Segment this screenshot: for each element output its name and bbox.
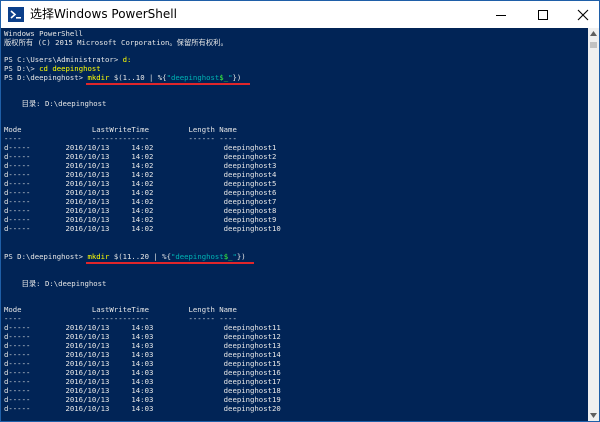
copyright-line: 版权所有 (C) 2015 Microsoft Corporation。保留所有… [4,38,228,47]
directory-row: d----- 2016/10/13 14:03 deepinghost17 [4,377,281,386]
prompt-text: PS C:\Users\Administrator> [4,55,123,64]
prompt-line-4: PS D:\deepinghost> mkdir $(11..20 | %{"d… [4,252,246,261]
directory-row: d----- 2016/10/13 14:02 deepinghost1 [4,143,277,152]
prompt-line-2: PS D:\> cd deepinghost [4,64,101,73]
close-icon [577,9,589,21]
scrollbar-thumb[interactable] [590,42,597,48]
directory-row: d----- 2016/10/13 14:03 deepinghost15 [4,359,281,368]
command-mkdir: mkdir [87,252,110,261]
directory-row: d----- 2016/10/13 14:02 deepinghost5 [4,179,277,188]
directory-row: d----- 2016/10/13 14:03 deepinghost13 [4,341,281,350]
window-title: 选择Windows PowerShell [30,7,177,21]
directory-row: d----- 2016/10/13 14:03 deepinghost12 [4,332,281,341]
command-args: $(1..10 | %{ [109,73,167,82]
directory-row: d----- 2016/10/13 14:02 deepinghost2 [4,152,277,161]
directory-label: 目录: D:\deepinghost [4,279,107,288]
command-variable: $_ [219,73,229,82]
directory-row: d----- 2016/10/13 14:03 deepinghost11 [4,323,281,332]
directory-row: d----- 2016/10/13 14:02 deepinghost7 [4,197,277,206]
command-text: cd deepinghost [39,64,101,73]
maximize-icon [538,10,548,20]
prompt-text: PS D:\deepinghost> [4,73,88,82]
highlight-underline-1 [86,83,250,85]
column-rule: ---- ------------- ------ ---- [4,134,237,143]
directory-row: d----- 2016/10/13 14:03 deepinghost18 [4,386,281,395]
column-rule: ---- ------------- ------ ---- [4,314,237,323]
powershell-icon [8,7,24,22]
command-mkdir: mkdir [87,73,110,82]
prompt-line-3: PS D:\deepinghost> mkdir $(1..10 | %{"de… [4,73,241,82]
minimize-button[interactable] [481,1,521,28]
scroll-up-arrow-icon[interactable] [590,31,597,36]
directory-row: d----- 2016/10/13 14:02 deepinghost10 [4,224,281,233]
maximize-button[interactable] [523,1,563,28]
directory-row: d----- 2016/10/13 14:03 deepinghost19 [4,395,281,404]
console-output[interactable]: Windows PowerShell 版权所有 (C) 2015 Microso… [1,28,587,421]
directory-row: d----- 2016/10/13 14:03 deepinghost20 [4,404,281,413]
directory-label: 目录: D:\deepinghost [4,99,107,108]
highlight-underline-2 [86,262,254,264]
directory-row: d----- 2016/10/13 14:02 deepinghost8 [4,206,277,215]
powershell-window: 选择Windows PowerShell Windows PowerShell … [0,0,600,422]
command-args: $(11..20 | %{ [109,252,171,261]
close-button[interactable] [563,1,599,28]
title-bar[interactable]: 选择Windows PowerShell [1,1,599,28]
directory-row: d----- 2016/10/13 14:03 deepinghost14 [4,350,281,359]
command-string: "deepinghost [170,252,224,261]
directory-row: d----- 2016/10/13 14:02 deepinghost9 [4,215,277,224]
directory-row: d----- 2016/10/13 14:02 deepinghost6 [4,188,277,197]
header-line: Windows PowerShell [4,29,84,38]
column-header: Mode LastWriteTime Length Name [4,305,237,314]
prompt-line-1: PS C:\Users\Administrator> d: [4,55,131,64]
minimize-icon [496,15,506,16]
directory-row: d----- 2016/10/13 14:03 deepinghost16 [4,368,281,377]
command-args-end: }) [232,73,242,82]
prompt-text: PS D:\deepinghost> [4,252,88,261]
column-header: Mode LastWriteTime Length Name [4,125,237,134]
command-args-end: }) [236,252,246,261]
scroll-down-arrow-icon[interactable] [590,413,597,418]
vertical-scrollbar[interactable] [588,28,599,421]
directory-row: d----- 2016/10/13 14:02 deepinghost3 [4,161,277,170]
command-text: d: [122,55,132,64]
directory-row: d----- 2016/10/13 14:02 deepinghost4 [4,170,277,179]
command-string: "deepinghost [166,73,220,82]
prompt-text: PS D:\> [4,64,40,73]
